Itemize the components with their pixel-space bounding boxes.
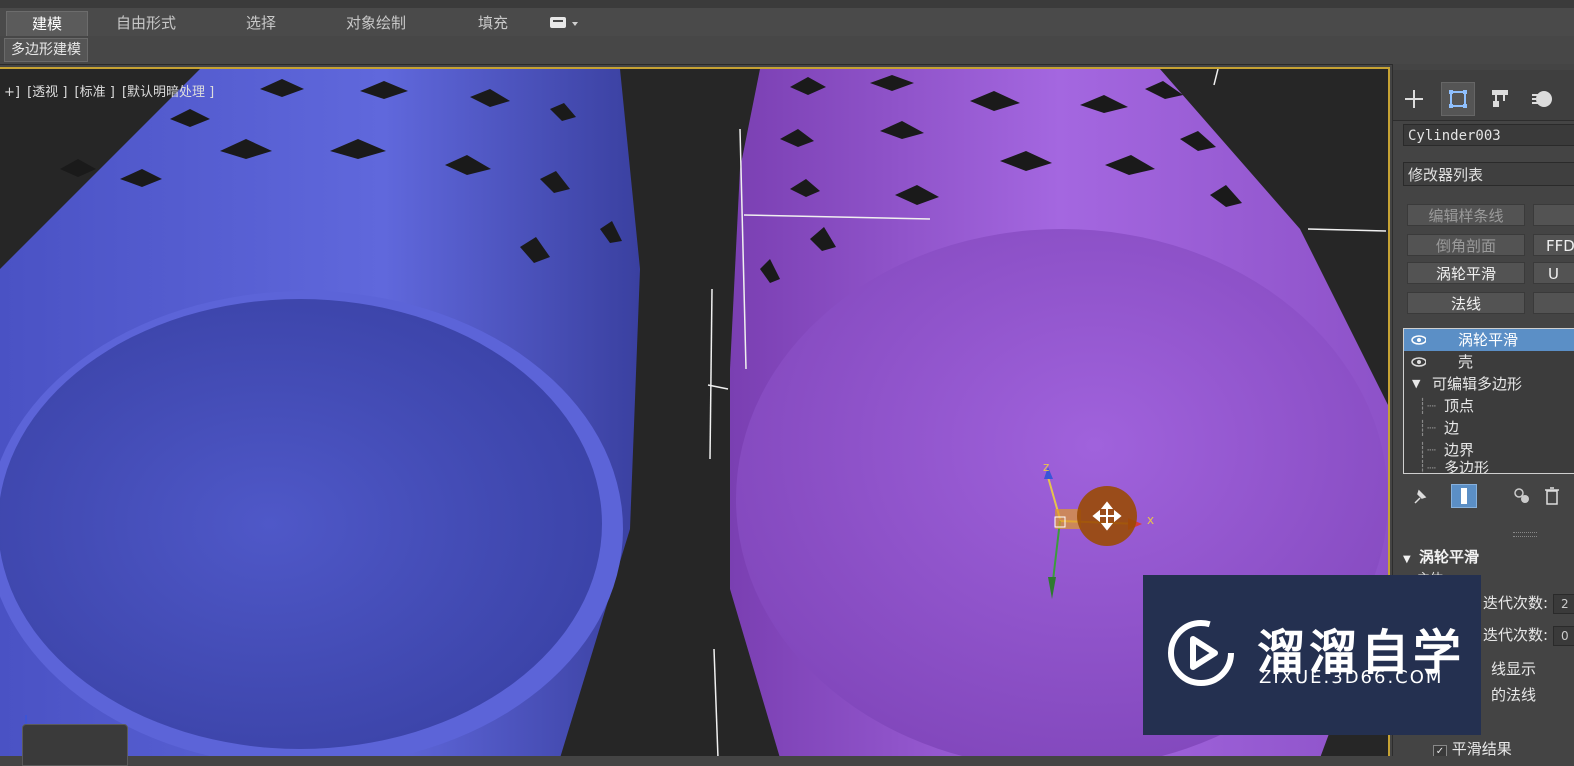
gizmo-z-label: z: [1043, 460, 1050, 474]
tree-line: ┊┈: [1418, 419, 1437, 437]
modifier-button-blank[interactable]: [1533, 204, 1574, 226]
smooth-result-label: 平滑结果: [1451, 740, 1512, 756]
stack-label: 多边形: [1444, 459, 1490, 474]
tab-freeform[interactable]: 自由形式: [108, 11, 184, 35]
watermark-overlay: 溜溜自学 ZIXUE.3D66.COM: [1143, 575, 1481, 735]
tab-modeling[interactable]: 建模: [6, 11, 88, 36]
render-iterations-label: 迭代次数:: [1483, 626, 1549, 644]
stack-label: 壳: [1458, 353, 1474, 371]
iterations-input[interactable]: 2: [1552, 593, 1574, 614]
render-iterations-row: 迭代次数: 0: [1483, 624, 1574, 646]
trash-icon: [1545, 487, 1559, 505]
stack-label: 顶点: [1444, 397, 1475, 415]
object-name-field[interactable]: Cylinder003: [1403, 124, 1574, 146]
make-unique-icon: [1514, 488, 1529, 503]
render-iterations-input[interactable]: 0: [1552, 625, 1574, 646]
tab-populate[interactable]: 填充: [470, 11, 516, 35]
viewport-pov[interactable]: [透视 ]: [27, 85, 67, 100]
watermark-subtitle: ZIXUE.3D66.COM: [1259, 667, 1444, 688]
modifier-list-dropdown[interactable]: 修改器列表: [1403, 162, 1574, 186]
stack-item-vertex[interactable]: ┊┈ 顶点: [1404, 395, 1574, 417]
motion-tab[interactable]: [1525, 82, 1559, 116]
rollout-title: 涡轮平滑: [1419, 548, 1480, 566]
iterations-row: 迭代次数: 2: [1483, 592, 1574, 614]
stack-item-polygon[interactable]: ┊┈ 多边形: [1404, 457, 1574, 474]
smooth-result-row[interactable]: ✓ 平滑结果: [1433, 738, 1512, 756]
unwrap-button[interactable]: U: [1533, 262, 1574, 284]
eye-icon[interactable]: [1410, 329, 1426, 351]
smooth-result-checkbox[interactable]: ✓: [1433, 745, 1447, 756]
stack-label: 边: [1444, 419, 1460, 437]
rollout-header[interactable]: ▼ 涡轮平滑: [1403, 546, 1574, 568]
viewport-menu[interactable]: +]: [4, 85, 20, 100]
stack-label: 可编辑多边形: [1432, 375, 1523, 393]
tab-selection[interactable]: 选择: [238, 11, 284, 35]
viewport-label[interactable]: +] [透视 ] [标准 ] [默认明暗处理 ]: [4, 81, 217, 100]
modify-icon: [1449, 90, 1467, 108]
explicit-normals-label[interactable]: 的法线: [1491, 684, 1536, 705]
eye-icon[interactable]: [1410, 351, 1426, 373]
viewport-shading[interactable]: [默认明暗处理 ]: [122, 85, 214, 100]
motion-icon: [1532, 91, 1552, 107]
stack-toolbar: [1403, 482, 1574, 510]
stack-item-turbosmooth[interactable]: 涡轮平滑: [1404, 329, 1574, 351]
end-result-icon: [1461, 488, 1467, 504]
tab-object-paint[interactable]: 对象绘制: [338, 11, 414, 35]
hierarchy-tab[interactable]: [1483, 82, 1517, 116]
ribbon-menu-icon: [550, 17, 578, 28]
viewport-standard[interactable]: [标准 ]: [75, 85, 115, 100]
expand-triangle-icon[interactable]: ▼: [1412, 373, 1420, 395]
bevel-profile-button[interactable]: 倒角剖面: [1407, 234, 1525, 256]
ribbon-tabs: 建模 自由形式 选择 对象绘制 填充: [0, 8, 1574, 37]
stack-item-shell[interactable]: 壳: [1404, 351, 1574, 373]
hierarchy-icon: [1492, 90, 1508, 107]
normal-button[interactable]: 法线: [1407, 292, 1525, 314]
polygon-modeling-button[interactable]: 多边形建模: [4, 38, 88, 62]
command-panel-tabs: [1393, 70, 1574, 121]
make-unique-button[interactable]: [1509, 484, 1535, 508]
tree-line: ┊┈: [1418, 397, 1437, 415]
create-tab[interactable]: [1397, 82, 1431, 116]
stack-item-editable-poly[interactable]: ▼ 可编辑多边形: [1404, 373, 1574, 395]
plus-icon: [1405, 90, 1423, 108]
show-end-result-button[interactable]: [1451, 484, 1477, 508]
modifier-button-blank-2[interactable]: [1533, 292, 1574, 314]
stack-label: 涡轮平滑: [1458, 331, 1519, 349]
panel-divider-grip[interactable]: [1513, 532, 1537, 537]
left-cylinder-cap: [0, 299, 602, 749]
play-logo-icon: [1168, 620, 1234, 686]
edit-spline-button[interactable]: 编辑样条线: [1407, 204, 1525, 226]
viewcube-corner[interactable]: [22, 724, 128, 766]
stack-item-edge[interactable]: ┊┈ 边: [1404, 417, 1574, 439]
ribbon-options-dropdown[interactable]: [548, 14, 582, 32]
ribbon-panel: 多边形建模: [0, 36, 1574, 65]
gizmo-x-label: x: [1147, 513, 1155, 527]
modify-tab[interactable]: [1441, 82, 1475, 116]
isoline-display-label[interactable]: 线显示: [1491, 658, 1536, 679]
pin-icon: [1414, 489, 1427, 504]
modifier-stack: 涡轮平滑 壳 ▼ 可编辑多边形 ┊┈ 顶点 ┊┈ 边 ┊┈ 边界 ┊┈ 多边形: [1403, 328, 1574, 474]
pin-stack-button[interactable]: [1407, 484, 1433, 508]
tree-line: ┊┈: [1418, 459, 1437, 474]
iterations-label: 迭代次数:: [1483, 594, 1549, 612]
remove-modifier-button[interactable]: [1539, 484, 1565, 508]
turbosmooth-rollout: ▼ 涡轮平滑: [1403, 546, 1574, 568]
ffd-button[interactable]: FFD: [1533, 234, 1574, 256]
turbosmooth-button[interactable]: 涡轮平滑: [1407, 262, 1525, 284]
